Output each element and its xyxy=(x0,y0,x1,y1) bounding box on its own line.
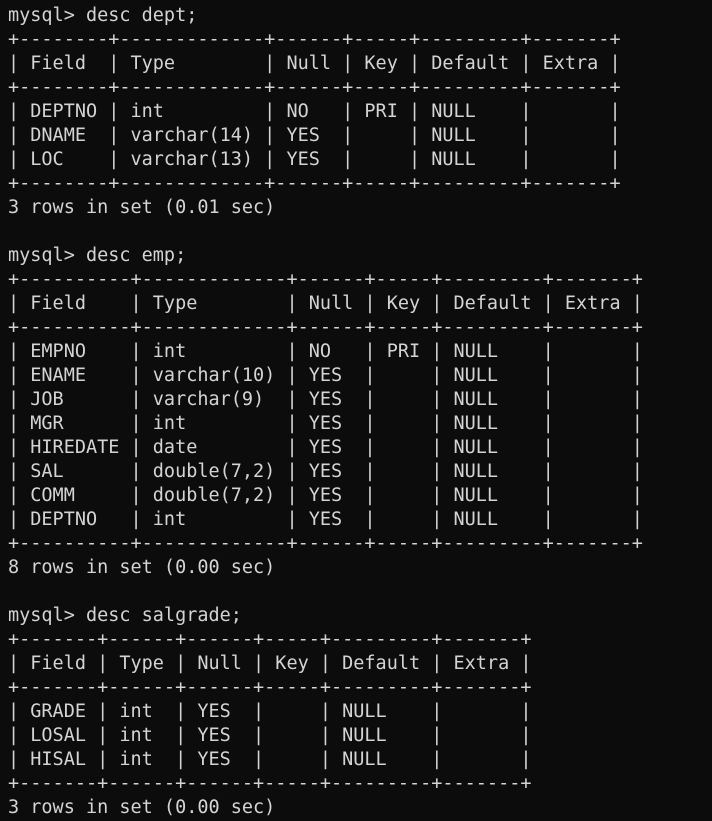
result-footer-emp: 8 rows in set (0.00 sec) xyxy=(8,557,276,578)
table-border-mid-emp: +----------+-------------+------+-----+-… xyxy=(8,317,643,338)
table-border-bottom-dept: +--------+-------------+------+-----+---… xyxy=(8,173,621,194)
table-row: | ENAME | varchar(10) | YES | | NULL | | xyxy=(8,365,643,386)
query-block-emp: mysql> desc emp; +----------+------------… xyxy=(8,244,712,580)
table-border-top-emp: +----------+-------------+------+-----+-… xyxy=(8,269,643,290)
query-block-salgrade: mysql> desc salgrade; +-------+------+---… xyxy=(8,604,712,820)
table-row: | HISAL | int | YES | | NULL | | xyxy=(8,749,532,770)
table-row: | HIREDATE | date | YES | | NULL | | xyxy=(8,437,643,458)
result-footer-dept: 3 rows in set (0.01 sec) xyxy=(8,197,276,218)
table-border-mid-salgrade: +-------+------+------+-----+---------+-… xyxy=(8,677,532,698)
table-row: | EMPNO | int | NO | PRI | NULL | | xyxy=(8,341,643,362)
table-row: | GRADE | int | YES | | NULL | | xyxy=(8,701,532,722)
table-row: | DEPTNO | int | YES | | NULL | | xyxy=(8,509,643,530)
result-footer-salgrade: 3 rows in set (0.00 sec) xyxy=(8,797,276,818)
query-block-dept: mysql> desc dept; +--------+-------------… xyxy=(8,4,712,220)
table-border-top-dept: +--------+-------------+------+-----+---… xyxy=(8,29,621,50)
table-row: | DEPTNO | int | NO | PRI | NULL | | xyxy=(8,101,621,122)
table-row: | COMM | double(7,2) | YES | | NULL | | xyxy=(8,485,643,506)
command-line-emp[interactable]: mysql> desc emp; xyxy=(8,244,712,268)
terminal-screen[interactable]: mysql> desc dept; +--------+-------------… xyxy=(0,0,712,821)
table-row: | LOSAL | int | YES | | NULL | | xyxy=(8,725,532,746)
table-row: | JOB | varchar(9) | YES | | NULL | | xyxy=(8,389,643,410)
table-border-top-salgrade: +-------+------+------+-----+---------+-… xyxy=(8,629,532,650)
table-row: | DNAME | varchar(14) | YES | | NULL | | xyxy=(8,125,621,146)
table-border-bottom-salgrade: +-------+------+------+-----+---------+-… xyxy=(8,773,532,794)
command-line-dept[interactable]: mysql> desc dept; xyxy=(8,4,712,28)
table-header-row-dept: | Field | Type | Null | Key | Default | … xyxy=(8,53,621,74)
command-line-salgrade[interactable]: mysql> desc salgrade; xyxy=(8,604,712,628)
table-border-mid-dept: +--------+-------------+------+-----+---… xyxy=(8,77,621,98)
table-header-row-salgrade: | Field | Type | Null | Key | Default | … xyxy=(8,653,532,674)
table-row: | MGR | int | YES | | NULL | | xyxy=(8,413,643,434)
table-row: | SAL | double(7,2) | YES | | NULL | | xyxy=(8,461,643,482)
table-row: | LOC | varchar(13) | YES | | NULL | | xyxy=(8,149,621,170)
table-header-row-emp: | Field | Type | Null | Key | Default | … xyxy=(8,293,643,314)
table-border-bottom-emp: +----------+-------------+------+-----+-… xyxy=(8,533,643,554)
